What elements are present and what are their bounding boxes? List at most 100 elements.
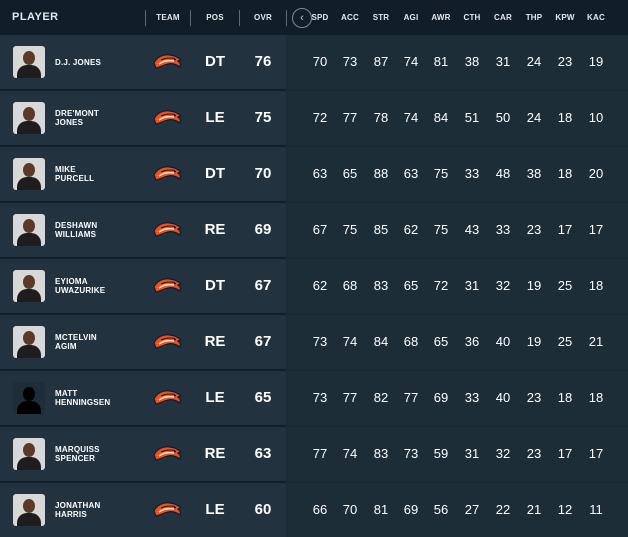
- player-name[interactable]: DESHAWN WILLIAMS: [55, 203, 143, 257]
- stat-car: 22: [495, 502, 511, 517]
- stat-kpw: 17: [557, 446, 573, 461]
- stat-car: 50: [495, 110, 511, 125]
- stat-cth: 43: [464, 222, 480, 237]
- broncos-logo-icon: [153, 387, 183, 409]
- player-name-line2: HENNINGSEN: [55, 398, 111, 407]
- player-name-line2: SPENCER: [55, 454, 96, 463]
- stat-column-header-thp[interactable]: THP: [521, 12, 547, 24]
- player-name-line1: DRE'MONT: [55, 109, 99, 118]
- player-name[interactable]: MCTELVIN AGIM: [55, 315, 143, 369]
- player-avatar: [13, 214, 45, 246]
- stat-agi: 74: [403, 110, 419, 125]
- player-row[interactable]: EYIOMA UWAZURIKE DT 67 62 68 83 65 72 31 32 19 25 18: [0, 259, 628, 313]
- stat-thp: 19: [526, 334, 542, 349]
- player-row[interactable]: DRE'MONT JONES LE 75 72 77 78 74 84 51 50 24 18 10: [0, 91, 628, 145]
- stat-column-header-str[interactable]: STR: [368, 12, 394, 24]
- player-row[interactable]: MCTELVIN AGIM RE 67 73 74 84 68 65 36 40 19 25 21: [0, 315, 628, 369]
- stat-cth: 31: [464, 446, 480, 461]
- stat-acc: 73: [342, 54, 358, 69]
- team-column-header[interactable]: TEAM: [149, 12, 187, 24]
- header-divider: [286, 10, 287, 26]
- stat-column-header-agi[interactable]: AGI: [398, 12, 424, 24]
- player-name-line1: MIKE: [55, 165, 76, 174]
- player-position: RE: [204, 445, 226, 462]
- player-column-header[interactable]: PLAYER: [12, 11, 59, 23]
- player-avatar: [13, 46, 45, 78]
- stat-agi: 62: [403, 222, 419, 237]
- stat-column-header-awr[interactable]: AWR: [428, 12, 454, 24]
- player-name[interactable]: MATT HENNINGSEN: [55, 371, 143, 425]
- player-row[interactable]: DESHAWN WILLIAMS RE 69 67 75 85 62 75 43 33 23 17 17: [0, 203, 628, 257]
- player-name[interactable]: D.J. JONES: [55, 35, 143, 89]
- player-row[interactable]: MIKE PURCELL DT 70 63 65 88 63 75 33 48 38 18 20: [0, 147, 628, 201]
- broncos-logo-icon: [153, 499, 183, 521]
- player-name-line1: D.J. JONES: [55, 57, 102, 67]
- pos-column-header[interactable]: POS: [199, 12, 231, 24]
- player-name-line2: PURCELL: [55, 174, 95, 183]
- stat-car: 32: [495, 278, 511, 293]
- stat-column-header-car[interactable]: CAR: [490, 12, 516, 24]
- player-row[interactable]: JONATHAN HARRIS LE 60 66 70 81 69 56 27 22 21 12 11: [0, 483, 628, 537]
- player-name-line1: DESHAWN: [55, 221, 98, 230]
- table-header: PLAYER TEAM POS OVR ‹ SPD ACC STR AGI AWR CTH…: [0, 0, 628, 35]
- player-position: DT: [205, 53, 225, 70]
- stat-column-header-kac[interactable]: KAC: [583, 12, 609, 24]
- stat-car: 32: [495, 446, 511, 461]
- stat-thp: 23: [526, 390, 542, 405]
- player-position: DT: [205, 165, 225, 182]
- stat-column-header-kpw[interactable]: KPW: [552, 12, 578, 24]
- player-row[interactable]: MATT HENNINGSEN LE 65 73 77 82 77 69 33 40 23 18 18: [0, 371, 628, 425]
- stat-cth: 33: [464, 390, 480, 405]
- stat-column-header-acc[interactable]: ACC: [337, 12, 363, 24]
- player-overall: 75: [254, 109, 272, 126]
- stat-awr: 59: [433, 446, 449, 461]
- player-overall: 63: [254, 445, 272, 462]
- player-name[interactable]: MIKE PURCELL: [55, 147, 143, 201]
- stat-kac: 17: [588, 222, 604, 237]
- player-position: RE: [204, 333, 226, 350]
- player-position: LE: [205, 109, 225, 126]
- stat-car: 40: [495, 390, 511, 405]
- player-overall: 65: [254, 389, 272, 406]
- stat-str: 81: [373, 502, 389, 517]
- player-avatar: [13, 326, 45, 358]
- stat-column-header-cth[interactable]: CTH: [459, 12, 485, 24]
- broncos-logo-icon: [153, 51, 183, 73]
- stat-spd: 77: [312, 446, 328, 461]
- chevron-left-icon: ‹: [300, 12, 304, 24]
- player-avatar: [13, 438, 45, 470]
- stat-column-header-spd[interactable]: SPD: [307, 12, 333, 24]
- header-divider: [190, 10, 191, 26]
- player-name-line1: MATT: [55, 389, 78, 398]
- ovr-column-header[interactable]: OVR: [247, 12, 279, 24]
- stat-acc: 74: [342, 446, 358, 461]
- player-name[interactable]: MARQUISS SPENCER: [55, 427, 143, 481]
- player-row[interactable]: MARQUISS SPENCER RE 63 77 74 83 73 59 31 32 23 17 17: [0, 427, 628, 481]
- player-avatar: [13, 158, 45, 190]
- stat-kac: 17: [588, 446, 604, 461]
- stat-kac: 18: [588, 278, 604, 293]
- stat-agi: 63: [403, 166, 419, 181]
- player-name[interactable]: EYIOMA UWAZURIKE: [55, 259, 143, 313]
- stat-spd: 73: [312, 334, 328, 349]
- stat-spd: 63: [312, 166, 328, 181]
- stat-spd: 62: [312, 278, 328, 293]
- stat-acc: 75: [342, 222, 358, 237]
- broncos-logo-icon: [153, 443, 183, 465]
- stat-awr: 84: [433, 110, 449, 125]
- player-position: DT: [205, 277, 225, 294]
- stat-kpw: 12: [557, 502, 573, 517]
- player-position: LE: [205, 501, 225, 518]
- stat-acc: 74: [342, 334, 358, 349]
- stat-agi: 73: [403, 446, 419, 461]
- stat-car: 33: [495, 222, 511, 237]
- player-overall: 69: [254, 221, 272, 238]
- player-row[interactable]: D.J. JONES DT 76 70 73 87 74 81 38 31 24 23 19: [0, 35, 628, 89]
- player-name[interactable]: DRE'MONT JONES: [55, 91, 143, 145]
- player-name[interactable]: JONATHAN HARRIS: [55, 483, 143, 537]
- stat-agi: 74: [403, 54, 419, 69]
- stat-kpw: 25: [557, 278, 573, 293]
- stat-acc: 70: [342, 502, 358, 517]
- stat-car: 31: [495, 54, 511, 69]
- stat-kpw: 18: [557, 166, 573, 181]
